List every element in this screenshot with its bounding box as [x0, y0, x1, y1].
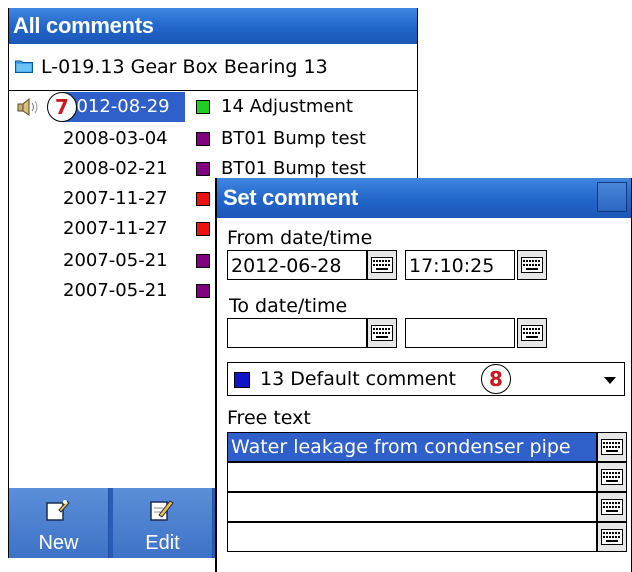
- set-comment-title: Set comment: [217, 178, 631, 218]
- callout-badge-8: 8: [481, 364, 511, 394]
- comment-color-swatch: [196, 192, 210, 206]
- callout-badge-7: 7: [47, 92, 77, 122]
- dropdown-arrow-icon: [604, 377, 616, 384]
- edit-button-label: Edit: [145, 532, 180, 554]
- comment-color-swatch: [196, 100, 210, 114]
- comment-date: 2008-02-21: [63, 158, 168, 179]
- from-datetime-label: From date/time: [227, 227, 373, 249]
- free-text-line[interactable]: [227, 522, 597, 552]
- keyboard-icon[interactable]: [597, 492, 627, 522]
- keyboard-icon[interactable]: [597, 522, 627, 552]
- keyboard-icon[interactable]: [597, 462, 627, 492]
- set-comment-dialog: Set comment From date/time 2012-06-28 17…: [215, 178, 632, 572]
- from-time-field[interactable]: 17:10:25: [405, 250, 515, 280]
- free-text-line[interactable]: Water leakage from condenser pipe: [227, 432, 597, 462]
- comment-color-swatch: [196, 222, 210, 236]
- comment-color-swatch: [196, 254, 210, 268]
- comment-date: 2007-11-27: [63, 218, 168, 239]
- to-time-field[interactable]: [405, 318, 515, 348]
- comment-date: 2012-08-29: [63, 92, 185, 122]
- comment-date: 2007-05-21: [63, 280, 168, 301]
- all-comments-title: All comments: [9, 8, 417, 44]
- asset-path-label: L-019.13 Gear Box Bearing 13: [41, 56, 328, 78]
- folder-icon: [15, 60, 33, 73]
- comment-color-swatch: [196, 162, 210, 176]
- free-text-label: Free text: [227, 407, 311, 429]
- keyboard-icon[interactable]: [367, 250, 397, 280]
- keyboard-icon[interactable]: [597, 432, 627, 462]
- speaker-icon: [17, 98, 38, 116]
- comment-color-swatch: [196, 284, 210, 298]
- dialog-close-button[interactable]: [597, 182, 627, 212]
- edit-button[interactable]: Edit: [113, 488, 213, 558]
- free-text-line[interactable]: [227, 492, 597, 522]
- comment-type-dropdown[interactable]: 13 Default comment: [227, 362, 625, 396]
- comment-date: 2007-05-21: [63, 250, 168, 271]
- comment-date: 2007-11-27: [63, 188, 168, 209]
- free-text-line[interactable]: [227, 462, 597, 492]
- comment-text: BT01 Bump test: [221, 128, 366, 149]
- comment-color-swatch: [196, 132, 210, 146]
- comment-type-value: 13 Default comment: [260, 368, 456, 390]
- new-button-label: New: [38, 532, 79, 554]
- edit-note-icon: [150, 500, 174, 521]
- keyboard-icon[interactable]: [367, 318, 397, 348]
- new-button[interactable]: New: [9, 488, 109, 558]
- to-date-field[interactable]: [227, 318, 367, 348]
- comment-type-color-swatch: [234, 372, 250, 388]
- from-date-field[interactable]: 2012-06-28: [227, 250, 367, 280]
- keyboard-icon[interactable]: [517, 318, 547, 348]
- comment-text: 14 Adjustment: [221, 96, 353, 117]
- asset-path-row[interactable]: L-019.13 Gear Box Bearing 13: [9, 44, 417, 91]
- comment-date: 2008-03-04: [63, 128, 168, 149]
- keyboard-icon[interactable]: [517, 250, 547, 280]
- new-note-icon: [46, 500, 70, 521]
- to-datetime-label: To date/time: [229, 295, 348, 317]
